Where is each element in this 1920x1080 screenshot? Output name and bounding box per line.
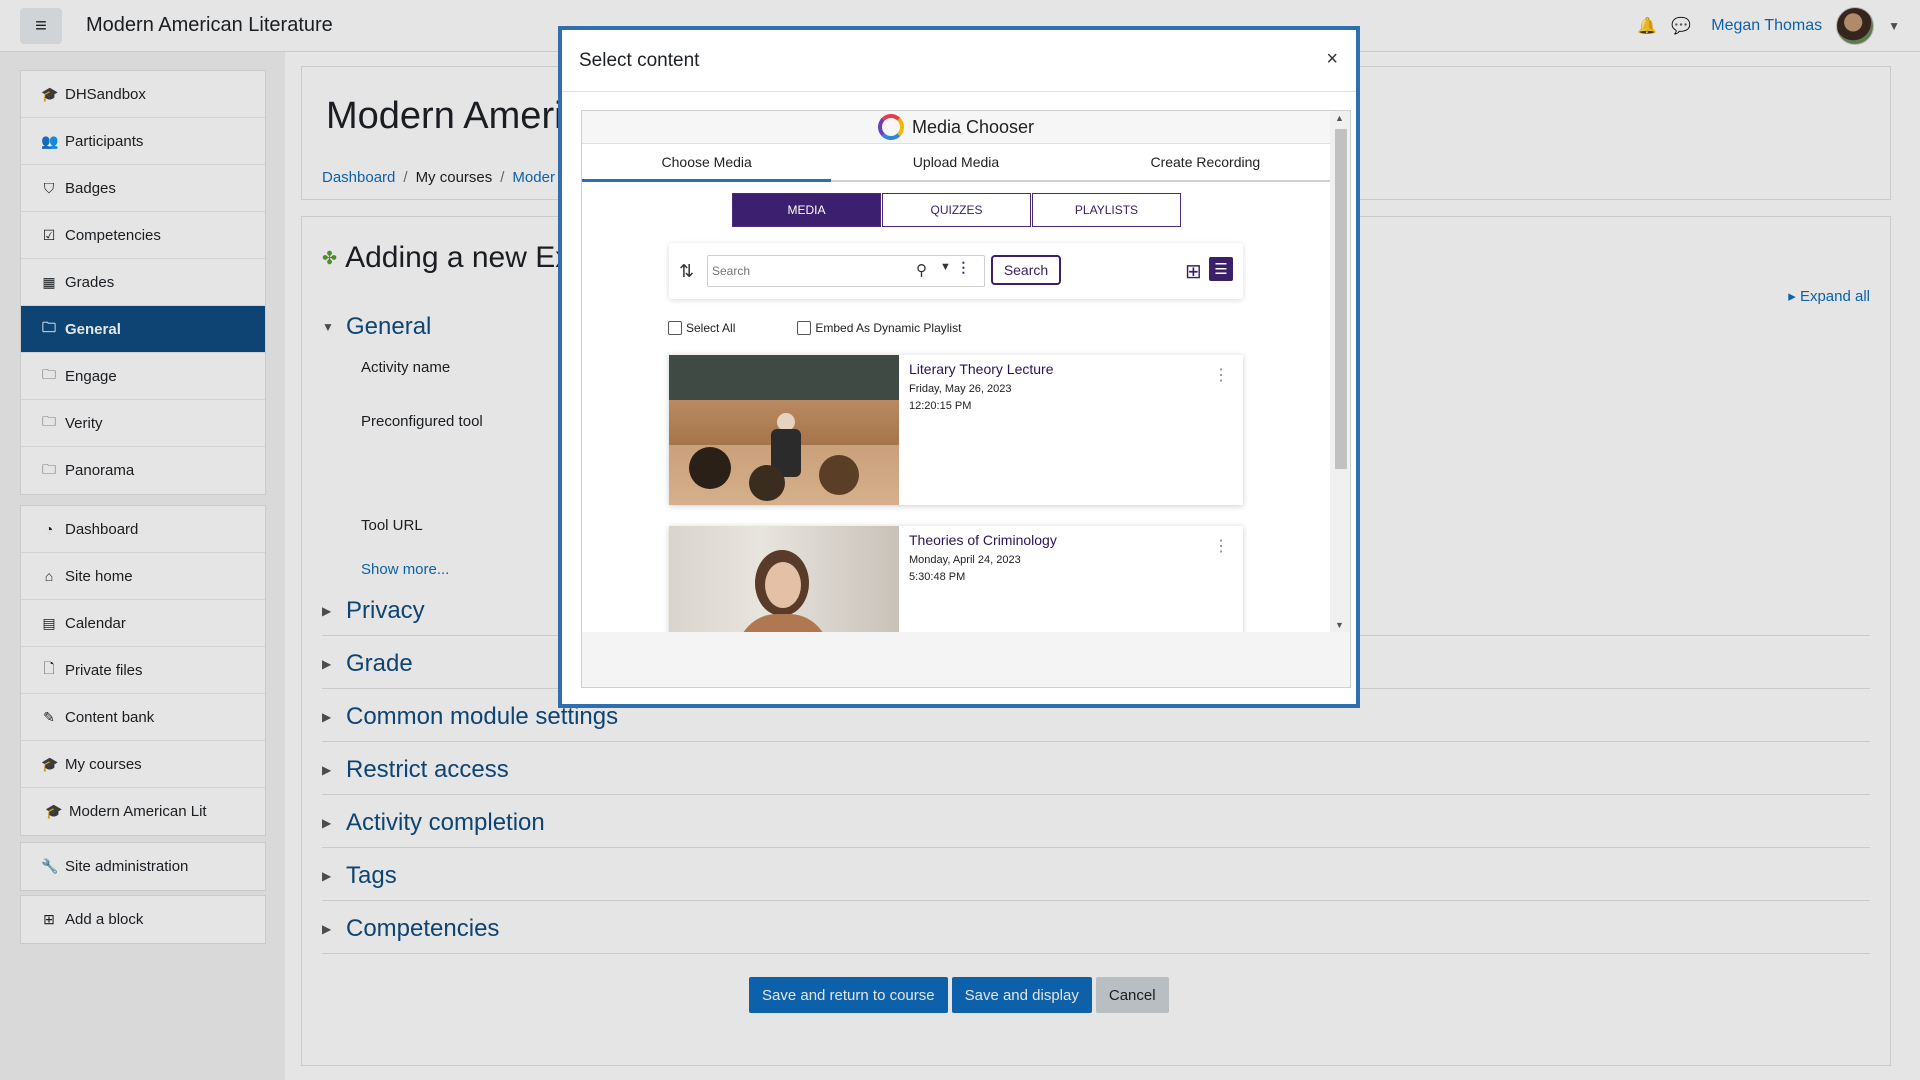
scroll-down-icon[interactable]: ▼ xyxy=(1335,620,1344,630)
search-toolbar: ⇅ ⚲ ▼ ⫶ Search ⊞ ☰ xyxy=(669,243,1243,299)
list-view-icon[interactable]: ☰ xyxy=(1209,257,1233,281)
modal-title: Select content xyxy=(579,49,700,71)
select-all-option[interactable]: Select All xyxy=(668,321,735,335)
filter-sliders-icon[interactable]: ⫶ xyxy=(961,259,966,280)
media-chooser-header: Media Chooser xyxy=(582,111,1330,144)
media-chooser: Media Chooser Choose Media Upload Media … xyxy=(582,111,1330,632)
media-thumbnail[interactable] xyxy=(669,526,899,632)
modal-header: Select content xyxy=(562,30,1356,92)
scrollbar[interactable]: ▲ ▼ xyxy=(1330,111,1350,632)
media-chooser-title: Media Chooser xyxy=(911,116,1035,137)
embed-playlist-option[interactable]: Embed As Dynamic Playlist xyxy=(797,321,961,335)
tab-upload-media[interactable]: Upload Media xyxy=(831,144,1080,180)
select-all-checkbox[interactable] xyxy=(668,321,682,335)
media-time: 5:30:48 PM xyxy=(909,571,966,583)
select-content-modal: Select content × Media Chooser Choose Me… xyxy=(558,26,1360,708)
scroll-up-icon[interactable]: ▲ xyxy=(1335,113,1344,123)
media-card[interactable]: Literary Theory Lecture Friday, May 26, … xyxy=(669,355,1243,505)
logo-icon xyxy=(877,114,904,140)
search-button[interactable]: Search xyxy=(991,255,1061,285)
media-thumbnail[interactable] xyxy=(669,355,899,505)
more-options-icon[interactable]: ⋮ xyxy=(1213,365,1229,385)
more-options-icon[interactable]: ⋮ xyxy=(1213,536,1229,556)
segment-quizzes[interactable]: QUIZZES xyxy=(882,193,1031,227)
tab-choose-media[interactable]: Choose Media xyxy=(582,144,832,182)
media-card[interactable]: Theories of Criminology Monday, April 24… xyxy=(669,526,1243,632)
tab-create-recording[interactable]: Create Recording xyxy=(1081,144,1330,180)
segment-playlists[interactable]: PLAYLISTS xyxy=(1032,193,1181,227)
embed-playlist-checkbox[interactable] xyxy=(797,321,812,335)
chevron-down-icon[interactable]: ▼ xyxy=(940,261,951,273)
media-time: 12:20:15 PM xyxy=(909,400,972,412)
media-chooser-frame: Media Chooser Choose Media Upload Media … xyxy=(581,110,1351,688)
sort-icon[interactable]: ⇅ xyxy=(679,261,694,282)
grid-view-icon[interactable]: ⊞ xyxy=(1185,259,1202,284)
media-title[interactable]: Literary Theory Lecture xyxy=(909,361,1053,377)
search-icon[interactable]: ⚲ xyxy=(916,261,927,279)
media-date: Monday, April 24, 2023 xyxy=(909,554,1021,566)
content-type-selector: MEDIA QUIZZES PLAYLISTS xyxy=(732,193,1182,227)
scrollbar-thumb[interactable] xyxy=(1335,129,1347,469)
media-chooser-tabs: Choose Media Upload Media Create Recordi… xyxy=(582,144,1330,182)
media-date: Friday, May 26, 2023 xyxy=(909,383,1012,395)
selection-options: Select All Embed As Dynamic Playlist xyxy=(668,321,961,335)
media-title[interactable]: Theories of Criminology xyxy=(909,532,1057,548)
segment-media[interactable]: MEDIA xyxy=(732,193,881,227)
close-icon[interactable]: × xyxy=(1326,48,1338,71)
